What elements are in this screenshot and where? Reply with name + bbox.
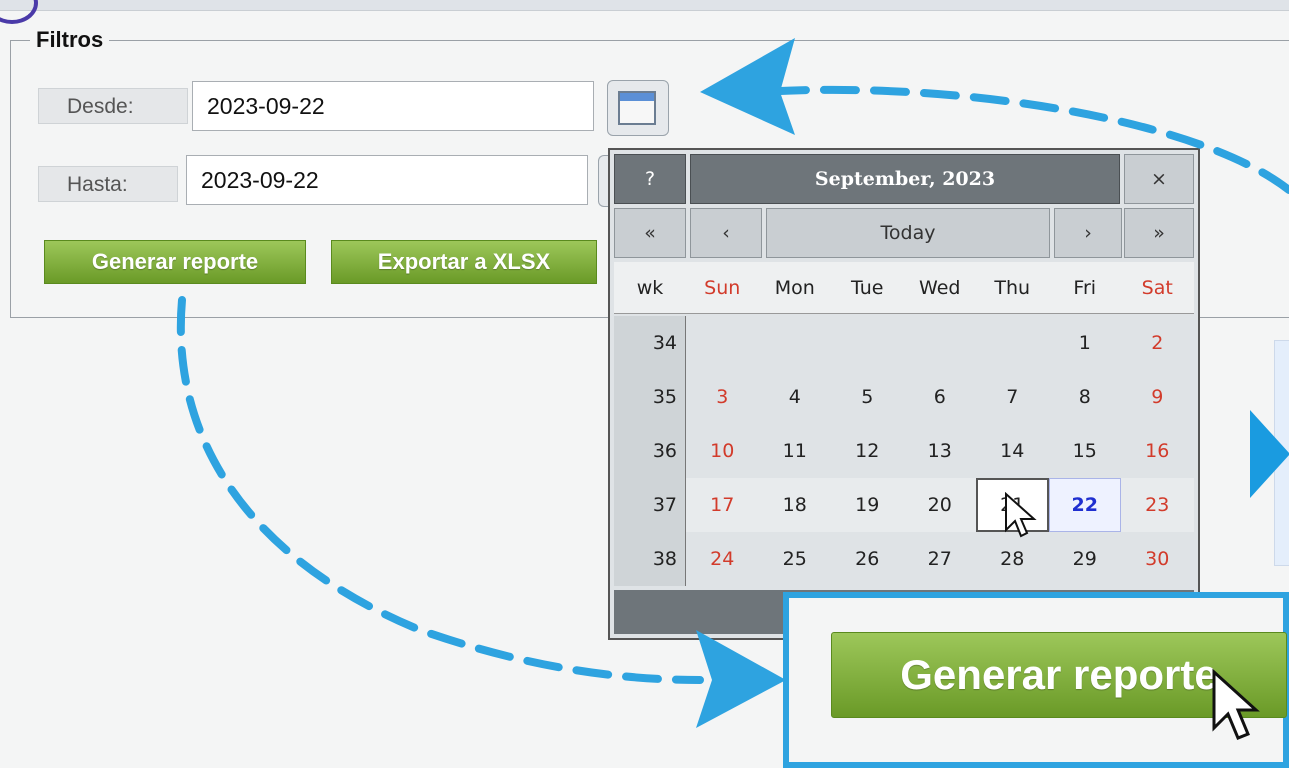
week-number-header: wk xyxy=(614,262,686,314)
week-number: 37 xyxy=(614,478,686,532)
filters-legend: Filtros xyxy=(30,27,110,53)
calendar-empty-cell xyxy=(759,316,832,370)
calendar-help-button[interactable]: ? xyxy=(614,154,686,204)
calendar-day[interactable]: 29 xyxy=(1049,532,1122,586)
calendar-day[interactable]: 23 xyxy=(1121,478,1194,532)
weekday-header: Tue xyxy=(831,262,904,314)
calendar-empty-cell xyxy=(976,316,1049,370)
today-button[interactable]: Today xyxy=(766,208,1050,258)
calendar-button[interactable] xyxy=(607,80,669,136)
calendar-day[interactable]: 5 xyxy=(831,370,904,424)
corner-ring-graphic xyxy=(0,0,38,24)
calendar-empty-cell xyxy=(831,316,904,370)
weekday-header: Sat xyxy=(1121,262,1194,314)
top-bar xyxy=(0,0,1289,11)
calendar-day[interactable]: 20 xyxy=(903,478,976,532)
calendar-empty-cell xyxy=(904,316,977,370)
hasta-input[interactable]: 2023-09-22 xyxy=(186,155,588,205)
weekday-header: Thu xyxy=(976,262,1049,314)
calendar-day[interactable]: 25 xyxy=(759,532,832,586)
week-number: 34 xyxy=(614,316,686,370)
mouse-cursor-icon-large xyxy=(1212,668,1260,740)
calendar-day[interactable]: 24 xyxy=(686,532,759,586)
prev-month-button[interactable]: ‹ xyxy=(690,208,762,258)
calendar-day[interactable]: 15 xyxy=(1049,424,1122,478)
calendar-day[interactable]: 16 xyxy=(1121,424,1194,478)
calendar-day[interactable]: 10 xyxy=(686,424,759,478)
calendar-day[interactable]: 6 xyxy=(904,370,977,424)
calendar-icon xyxy=(618,91,656,125)
calendar-day[interactable]: 11 xyxy=(759,424,832,478)
calendar-day[interactable]: 1 xyxy=(1049,316,1122,370)
calendar-popup: ? September, 2023 × « ‹ Today › » wk Sun M… xyxy=(608,148,1200,640)
mouse-cursor-icon xyxy=(1005,492,1037,538)
weekday-header: Wed xyxy=(903,262,976,314)
calendar-empty-cell xyxy=(686,316,759,370)
desde-input[interactable]: 2023-09-22 xyxy=(192,81,594,131)
prev-year-button[interactable]: « xyxy=(614,208,686,258)
hasta-label: Hasta: xyxy=(38,166,178,202)
export-xlsx-button[interactable]: Exportar a XLSX xyxy=(331,240,597,284)
calendar-day[interactable]: 7 xyxy=(976,370,1049,424)
calendar-day[interactable]: 9 xyxy=(1121,370,1194,424)
calendar-day[interactable]: 22 xyxy=(1048,478,1121,532)
calendar-day[interactable]: 30 xyxy=(1121,532,1194,586)
week-number: 35 xyxy=(614,370,686,424)
calendar-day[interactable]: 4 xyxy=(759,370,832,424)
calendar-day[interactable]: 2 xyxy=(1121,316,1194,370)
calendar-title: September, 2023 xyxy=(690,154,1120,204)
weekday-header: Sun xyxy=(686,262,759,314)
calendar-day[interactable]: 27 xyxy=(904,532,977,586)
desde-label: Desde: xyxy=(38,88,188,124)
calendar-day[interactable]: 17 xyxy=(686,478,759,532)
generate-report-button[interactable]: Generar reporte xyxy=(44,240,306,284)
calendar-day[interactable]: 26 xyxy=(831,532,904,586)
play-arrow-icon xyxy=(1250,410,1289,498)
week-number: 38 xyxy=(614,532,686,586)
weekday-header: Fri xyxy=(1048,262,1121,314)
next-month-button[interactable]: › xyxy=(1054,208,1122,258)
calendar-day[interactable]: 14 xyxy=(976,424,1049,478)
calendar-day[interactable]: 12 xyxy=(831,424,904,478)
weekday-header: Mon xyxy=(758,262,831,314)
calendar-day[interactable]: 13 xyxy=(904,424,977,478)
calendar-close-button[interactable]: × xyxy=(1124,154,1194,204)
next-year-button[interactable]: » xyxy=(1124,208,1194,258)
week-number: 36 xyxy=(614,424,686,478)
calendar-day[interactable]: 3 xyxy=(686,370,759,424)
calendar-day[interactable]: 8 xyxy=(1049,370,1122,424)
calendar-day[interactable]: 19 xyxy=(831,478,904,532)
calendar-day[interactable]: 18 xyxy=(758,478,831,532)
